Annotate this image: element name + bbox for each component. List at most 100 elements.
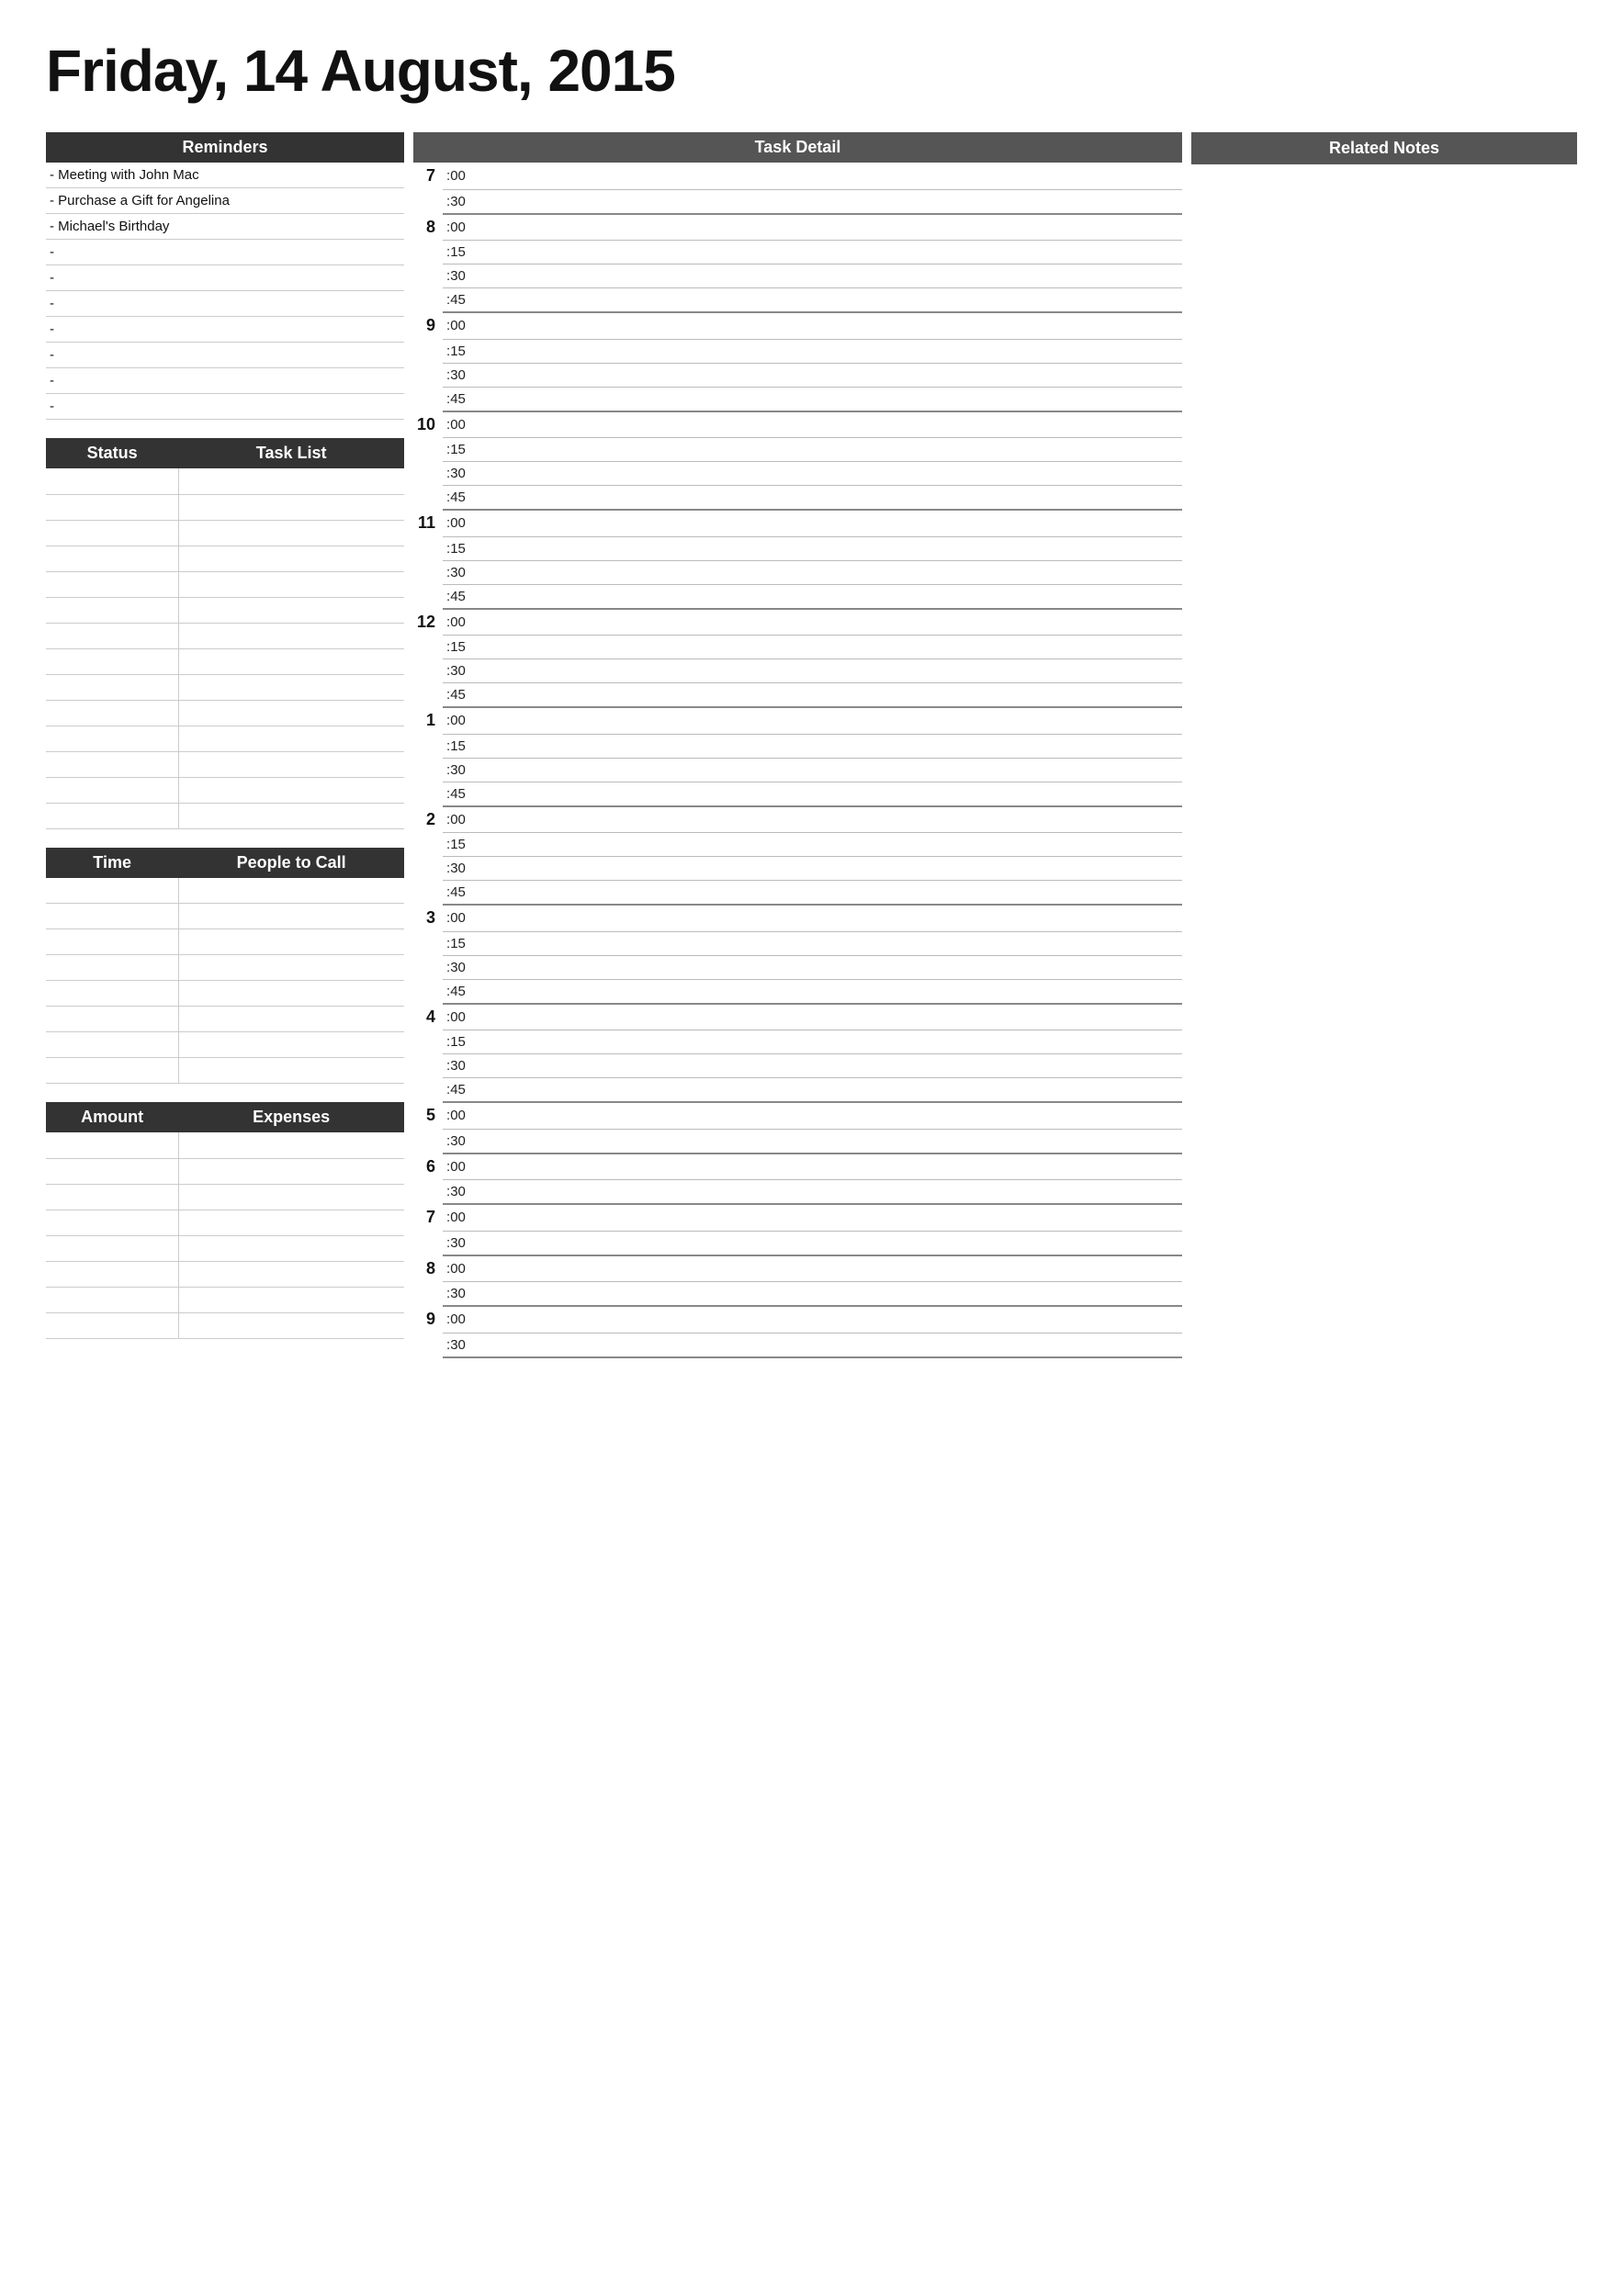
task-content-cell[interactable] [469, 510, 1182, 536]
time-slot-row: :30 [413, 1333, 1182, 1357]
task-content-cell[interactable] [469, 387, 1182, 411]
time-slot-row: :15 [413, 931, 1182, 955]
task-content-cell[interactable] [469, 1306, 1182, 1333]
task-row [46, 597, 404, 623]
reminder-item-10: - [46, 394, 404, 420]
task-content-cell[interactable] [469, 189, 1182, 214]
task-content-cell[interactable] [469, 312, 1182, 339]
task-content-cell[interactable] [469, 1204, 1182, 1231]
minute-label: :30 [443, 462, 469, 486]
task-content-cell[interactable] [469, 288, 1182, 313]
reminder-item-6: - [46, 291, 404, 317]
task-content-cell[interactable] [469, 609, 1182, 636]
hour-label [413, 636, 443, 659]
time-slot-row: 7:00 [413, 1204, 1182, 1231]
minute-label: :30 [443, 1282, 469, 1307]
reminder-item-7: - [46, 317, 404, 343]
minute-label: :30 [443, 955, 469, 979]
task-content-cell[interactable] [469, 560, 1182, 584]
task-content-cell[interactable] [469, 979, 1182, 1004]
time-slot-row: :15 [413, 734, 1182, 758]
time-slot-row: :15 [413, 1030, 1182, 1054]
task-content-cell[interactable] [469, 214, 1182, 241]
task-content-cell[interactable] [469, 1102, 1182, 1129]
task-content-cell[interactable] [469, 1282, 1182, 1307]
minute-label: :15 [443, 833, 469, 857]
minute-label: :30 [443, 264, 469, 288]
reminders-section: Reminders - Meeting with John Mac - Purc… [46, 132, 404, 420]
task-content-cell[interactable] [469, 683, 1182, 708]
task-content-cell[interactable] [469, 659, 1182, 683]
task-content-cell[interactable] [469, 734, 1182, 758]
time-slot-row: :30 [413, 955, 1182, 979]
task-row [46, 494, 404, 520]
task-content-cell[interactable] [469, 1180, 1182, 1205]
time-slot-row: :15 [413, 339, 1182, 363]
task-content-cell[interactable] [469, 163, 1182, 189]
hour-label [413, 1078, 443, 1103]
task-content-cell[interactable] [469, 241, 1182, 264]
time-slot-row: :45 [413, 683, 1182, 708]
time-slot-row: :45 [413, 881, 1182, 906]
call-row [46, 929, 404, 955]
task-content-cell[interactable] [469, 905, 1182, 931]
time-slot-row: 8:00 [413, 1255, 1182, 1282]
minute-label: :15 [443, 636, 469, 659]
task-content-cell[interactable] [469, 462, 1182, 486]
task-row [46, 674, 404, 700]
expense-row [46, 1210, 404, 1235]
hour-label [413, 339, 443, 363]
minute-label: :00 [443, 609, 469, 636]
hour-label [413, 979, 443, 1004]
task-row [46, 648, 404, 674]
task-content-cell[interactable] [469, 339, 1182, 363]
task-content-cell[interactable] [469, 438, 1182, 462]
minute-label: :30 [443, 560, 469, 584]
task-content-cell[interactable] [469, 1154, 1182, 1180]
task-content-cell[interactable] [469, 782, 1182, 806]
task-content-cell[interactable] [469, 931, 1182, 955]
task-content-cell[interactable] [469, 833, 1182, 857]
expenses-header: Expenses [178, 1102, 404, 1132]
task-content-cell[interactable] [469, 536, 1182, 560]
time-slot-row: :30 [413, 1282, 1182, 1307]
task-content-cell[interactable] [469, 806, 1182, 833]
task-content-cell[interactable] [469, 1333, 1182, 1357]
task-content-cell[interactable] [469, 1129, 1182, 1154]
hour-label [413, 881, 443, 906]
minute-label: :30 [443, 1180, 469, 1205]
task-content-cell[interactable] [469, 707, 1182, 734]
task-content-cell[interactable] [469, 881, 1182, 906]
task-content-cell[interactable] [469, 955, 1182, 979]
left-column: Reminders - Meeting with John Mac - Purc… [46, 132, 404, 1357]
minute-label: :30 [443, 758, 469, 782]
minute-label: :00 [443, 1204, 469, 1231]
hour-label [413, 1030, 443, 1054]
reminder-item-9: - [46, 368, 404, 394]
task-content-cell[interactable] [469, 584, 1182, 609]
minute-label: :15 [443, 339, 469, 363]
hour-label [413, 683, 443, 708]
minute-label: :00 [443, 806, 469, 833]
hour-label: 5 [413, 1102, 443, 1129]
task-content-cell[interactable] [469, 758, 1182, 782]
task-content-cell[interactable] [469, 363, 1182, 387]
task-content-cell[interactable] [469, 264, 1182, 288]
task-content-cell[interactable] [469, 1078, 1182, 1103]
hour-label [413, 288, 443, 313]
task-content-cell[interactable] [469, 486, 1182, 511]
hour-label [413, 1333, 443, 1357]
task-content-cell[interactable] [469, 411, 1182, 438]
task-content-cell[interactable] [469, 1030, 1182, 1054]
expense-row [46, 1132, 404, 1158]
minute-label: :00 [443, 905, 469, 931]
task-content-cell[interactable] [469, 1054, 1182, 1078]
task-content-cell[interactable] [469, 1231, 1182, 1255]
minute-label: :45 [443, 288, 469, 313]
task-content-cell[interactable] [469, 1255, 1182, 1282]
task-content-cell[interactable] [469, 636, 1182, 659]
task-content-cell[interactable] [469, 857, 1182, 881]
time-slot-row: 12:00 [413, 609, 1182, 636]
related-notes-header: Related Notes [1191, 132, 1577, 164]
task-content-cell[interactable] [469, 1004, 1182, 1030]
